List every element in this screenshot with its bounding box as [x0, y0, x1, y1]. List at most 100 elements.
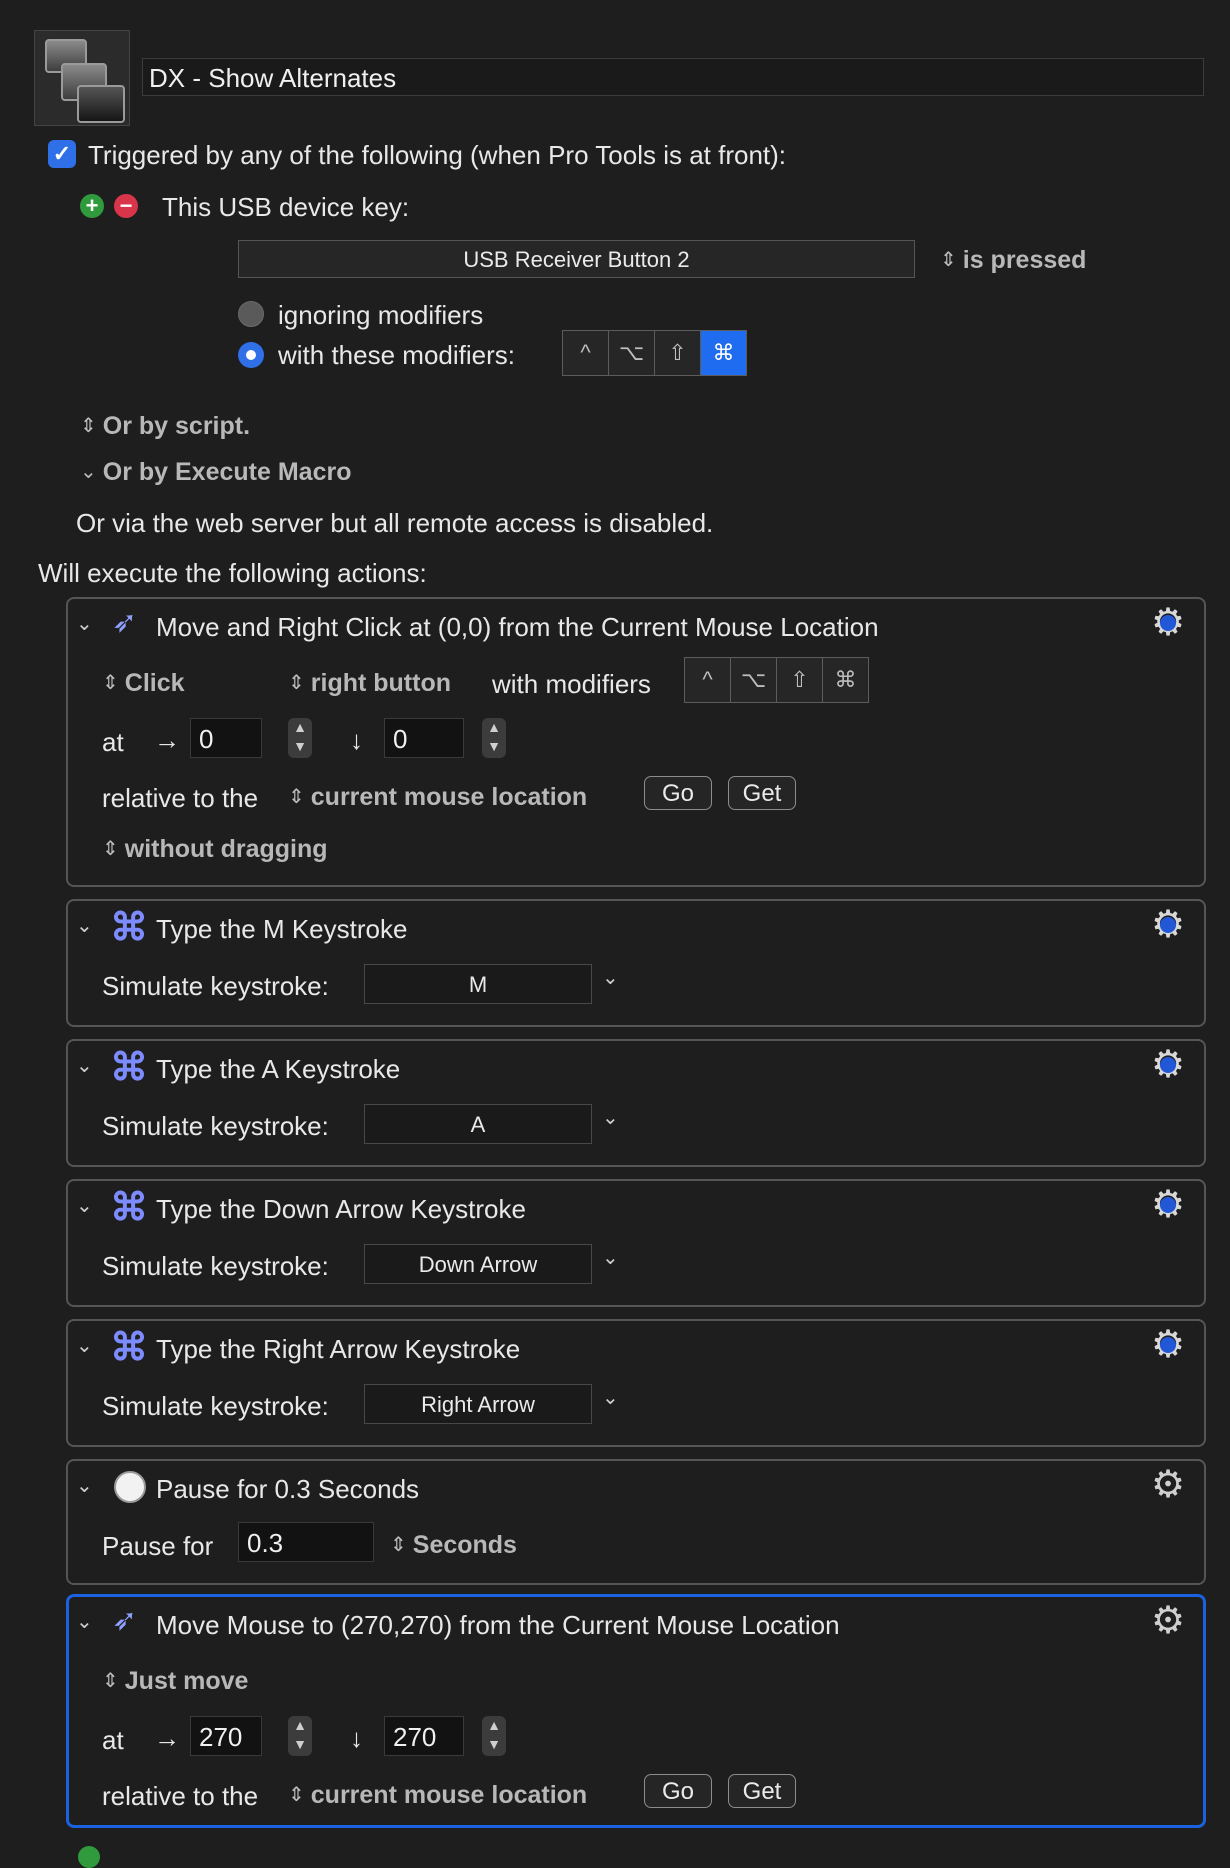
x-coordinate-field[interactable]: 0 [190, 718, 262, 758]
shift-modifier[interactable]: ⇧ [777, 658, 823, 702]
updown-icon: ⇕ [940, 249, 957, 271]
mouse-button-popup[interactable]: ⇕ right button [288, 669, 451, 698]
command-modifier[interactable]: ⌘ [701, 331, 746, 375]
actions-header: Will execute the following actions: [38, 558, 427, 588]
usb-trigger-label: This USB device key: [162, 192, 410, 222]
dragging-popup[interactable]: ⇕ without dragging [102, 835, 328, 864]
option-modifier[interactable]: ⌥ [731, 658, 777, 702]
chevron-down-icon[interactable]: ⌄ [76, 611, 93, 636]
add-trigger-icon[interactable]: + [80, 194, 104, 218]
action-type-right-arrow[interactable]: ⌄ ⌘ Type the Right Arrow Keystroke ⚙ Sim… [66, 1319, 1206, 1447]
control-modifier[interactable]: ^ [685, 658, 731, 702]
right-arrow-icon: → [154, 1723, 180, 1753]
chevron-down-icon[interactable]: ⌄ [602, 1105, 619, 1130]
x-stepper[interactable]: ▲ ▼ [288, 1716, 312, 1756]
get-button[interactable]: Get [728, 776, 796, 810]
option-modifier[interactable]: ⌥ [609, 331, 655, 375]
action-title: Move and Right Click at (0,0) from the C… [156, 612, 879, 642]
chevron-down-icon[interactable]: ⌄ [76, 1609, 93, 1634]
simulate-keystroke-label: Simulate keystroke: [102, 1391, 329, 1421]
click-type-popup[interactable]: ⇕ Click [102, 669, 185, 698]
y-stepper[interactable]: ▲ ▼ [482, 1716, 506, 1756]
relative-location-popup[interactable]: ⇕ current mouse location [288, 1781, 587, 1810]
at-label: at [102, 1725, 124, 1755]
right-arrow-icon: → [154, 725, 180, 755]
macro-name-field[interactable]: DX - Show Alternates [142, 58, 1204, 96]
gear-icon[interactable]: ⚙ [1150, 1466, 1186, 1504]
gear-icon[interactable]: ⚙ [1150, 1602, 1186, 1640]
chevron-down-icon[interactable]: ⌄ [76, 1473, 93, 1498]
chevron-down-icon[interactable]: ⌄ [602, 1245, 619, 1270]
macro-icon[interactable] [34, 30, 130, 126]
trigger-enabled-checkbox[interactable]: ✓ [48, 140, 76, 168]
action-title: Type the Right Arrow Keystroke [156, 1334, 521, 1364]
y-stepper[interactable]: ▲ ▼ [482, 718, 506, 758]
at-label: at [102, 727, 124, 757]
pause-for-label: Pause for [102, 1531, 214, 1561]
chevron-down-icon[interactable]: ⌄ [602, 1385, 619, 1410]
chevron-down-icon[interactable]: ⌄ [76, 1053, 93, 1078]
get-button[interactable]: Get [728, 1774, 796, 1808]
y-coordinate-field[interactable]: 270 [384, 1716, 464, 1756]
action-type-a[interactable]: ⌄ ⌘ Type the A Keystroke ⚙ Simulate keys… [66, 1039, 1206, 1167]
action-title: Move Mouse to (270,270) from the Current… [156, 1610, 840, 1640]
control-modifier[interactable]: ^ [563, 331, 609, 375]
new-action-icon[interactable] [78, 1846, 100, 1868]
with-modifiers-label: with these modifiers: [278, 340, 515, 370]
ignoring-modifiers-radio[interactable] [238, 301, 264, 327]
simulate-keystroke-label: Simulate keystroke: [102, 1111, 329, 1141]
action-modifier-selector[interactable]: ^ ⌥ ⇧ ⌘ [684, 657, 869, 703]
action-type-down-arrow[interactable]: ⌄ ⌘ Type the Down Arrow Keystroke ⚙ Simu… [66, 1179, 1206, 1307]
action-title: Type the A Keystroke [156, 1054, 401, 1084]
simulate-keystroke-label: Simulate keystroke: [102, 1251, 329, 1281]
remove-trigger-icon[interactable]: − [114, 194, 138, 218]
shift-modifier[interactable]: ⇧ [655, 331, 701, 375]
x-stepper[interactable]: ▲ ▼ [288, 718, 312, 758]
with-modifiers-radio[interactable] [238, 342, 264, 368]
chevron-down-icon[interactable]: ⌄ [602, 965, 619, 990]
go-button[interactable]: Go [644, 776, 712, 810]
command-key-icon: ⌘ [110, 1327, 148, 1369]
usb-key-field[interactable]: USB Receiver Button 2 [238, 240, 915, 278]
keystroke-field[interactable]: M [364, 964, 592, 1004]
mouse-cursor-icon: ➶ [112, 1604, 138, 1637]
keystroke-field[interactable]: A [364, 1104, 592, 1144]
pause-duration-field[interactable]: 0.3 [238, 1522, 374, 1562]
x-coordinate-field[interactable]: 270 [190, 1716, 262, 1756]
action-pause[interactable]: ⌄ Pause for 0.3 Seconds ⚙ Pause for 0.3 … [66, 1459, 1206, 1585]
key-state-popup[interactable]: ⇕ is pressed [940, 246, 1086, 275]
relative-location-popup[interactable]: ⇕ current mouse location [288, 783, 587, 812]
move-mode-popup[interactable]: ⇕ Just move [102, 1667, 248, 1696]
action-type-m[interactable]: ⌄ ⌘ Type the M Keystroke ⚙ Simulate keys… [66, 899, 1206, 1027]
gear-icon[interactable]: ⚙ [1150, 1326, 1186, 1364]
chevron-down-icon[interactable]: ⌄ [76, 1193, 93, 1218]
with-modifiers-label: with modifiers [492, 669, 651, 699]
clock-icon [114, 1471, 146, 1503]
command-modifier[interactable]: ⌘ [823, 658, 868, 702]
time-unit-popup[interactable]: ⇕ Seconds [390, 1531, 517, 1560]
go-button[interactable]: Go [644, 1774, 712, 1808]
chevron-down-icon[interactable]: ⌄ [76, 1333, 93, 1358]
chevron-down-icon[interactable]: ⌄ [76, 913, 93, 938]
action-move-mouse[interactable]: ⌄ ➶ Move Mouse to (270,270) from the Cur… [66, 1594, 1206, 1828]
trigger-modifier-selector[interactable]: ^ ⌥ ⇧ ⌘ [562, 330, 747, 376]
gear-icon[interactable]: ⚙ [1150, 906, 1186, 944]
action-title: Pause for 0.3 Seconds [156, 1474, 420, 1504]
keystroke-field[interactable]: Right Arrow [364, 1384, 592, 1424]
keystroke-field[interactable]: Down Arrow [364, 1244, 592, 1284]
relative-label: relative to the [102, 783, 259, 813]
down-arrow-icon: ↓ [350, 1723, 363, 1753]
or-by-execute-macro-toggle[interactable]: ⌄ Or by Execute Macro [80, 458, 351, 487]
y-coordinate-field[interactable]: 0 [384, 718, 464, 758]
action-move-right-click[interactable]: ⌄ ➶ Move and Right Click at (0,0) from t… [66, 597, 1206, 887]
updown-icon: ⇕ [80, 415, 97, 437]
or-by-script-toggle[interactable]: ⇕ Or by script. [80, 412, 250, 441]
relative-label: relative to the [102, 1781, 259, 1811]
window-icon [77, 85, 125, 123]
gear-icon[interactable]: ⚙ [1150, 1186, 1186, 1224]
trigger-header: Triggered by any of the following (when … [88, 140, 787, 170]
gear-icon[interactable]: ⚙ [1150, 1046, 1186, 1084]
command-key-icon: ⌘ [110, 1187, 148, 1229]
gear-icon[interactable]: ⚙ [1150, 604, 1186, 642]
ignoring-modifiers-label: ignoring modifiers [278, 300, 484, 330]
